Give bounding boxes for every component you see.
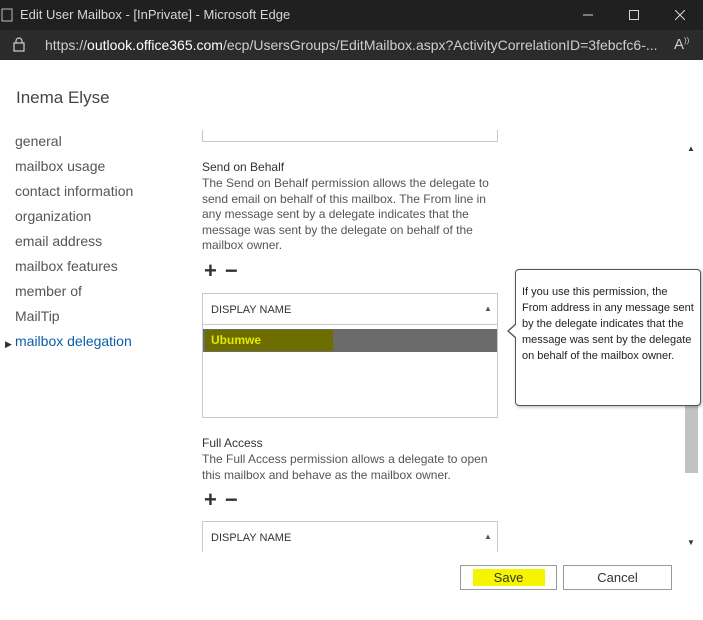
sort-up-icon: ▲ xyxy=(484,532,492,541)
add-icon[interactable]: + xyxy=(204,489,217,511)
window-title: Edit User Mailbox - [InPrivate] - Micros… xyxy=(20,7,291,22)
save-button[interactable]: Save xyxy=(460,565,557,590)
remove-icon[interactable]: − xyxy=(225,260,238,282)
tooltip-text: If you use this permission, the From add… xyxy=(522,286,694,362)
list-header[interactable]: DISPLAY NAME ▲ xyxy=(203,294,497,325)
maximize-icon xyxy=(629,10,639,20)
send-on-behalf-title: Send on Behalf xyxy=(202,160,285,174)
scroll-down-icon[interactable]: ▼ xyxy=(687,538,695,547)
column-header-display-name: DISPLAY NAME xyxy=(211,532,292,544)
nav-item-mailtip[interactable]: MailTip xyxy=(15,307,195,332)
full-access-description: The Full Access permission allows a dele… xyxy=(202,452,488,482)
list-header[interactable]: DISPLAY NAME ▲ xyxy=(203,522,497,552)
page-icon xyxy=(1,8,13,22)
sort-up-icon: ▲ xyxy=(484,304,492,313)
read-aloud-icon[interactable]: A)) xyxy=(674,36,689,53)
nav-item-member-of[interactable]: member of xyxy=(15,282,195,307)
full-access-list: DISPLAY NAME ▲ xyxy=(202,521,498,552)
maximize-button[interactable] xyxy=(611,0,657,30)
nav-item-general[interactable]: general xyxy=(15,132,195,157)
remove-icon[interactable]: − xyxy=(225,489,238,511)
nav-item-organization[interactable]: organization xyxy=(15,207,195,232)
save-label: Save xyxy=(472,569,545,586)
sidebar-nav: general mailbox usage contact informatio… xyxy=(5,132,195,357)
page-title: Inema Elyse xyxy=(16,88,110,107)
address-bar[interactable]: https://outlook.office365.com/ecp/UsersG… xyxy=(0,30,703,60)
nav-item-label: mailbox delegation xyxy=(15,333,132,349)
send-on-behalf-toolbar: + − xyxy=(204,260,238,282)
permission-tooltip: If you use this permission, the From add… xyxy=(507,269,701,406)
delegate-name: Ubumwe xyxy=(211,333,262,347)
nav-item-mailbox-features[interactable]: mailbox features xyxy=(15,257,195,282)
nav-item-email-address[interactable]: email address xyxy=(15,232,195,257)
full-access-title: Full Access xyxy=(202,436,263,450)
browser-titlebar: Edit User Mailbox - [InPrivate] - Micros… xyxy=(0,0,703,30)
send-on-behalf-description: The Send on Behalf permission allows the… xyxy=(202,176,489,252)
scroll-up-icon[interactable]: ▲ xyxy=(687,144,695,153)
minimize-icon xyxy=(583,14,593,16)
nav-item-contact-information[interactable]: contact information xyxy=(15,182,195,207)
selected-arrow-icon: ▶ xyxy=(5,339,12,349)
list-item-selected[interactable]: Ubumwe xyxy=(203,329,497,352)
previous-list-bottom xyxy=(202,130,498,142)
cancel-button[interactable]: Cancel xyxy=(563,565,672,590)
url-text[interactable]: https://outlook.office365.com/ecp/UsersG… xyxy=(45,37,665,53)
close-icon xyxy=(675,10,685,20)
column-header-display-name: DISPLAY NAME xyxy=(211,304,292,316)
nav-item-mailbox-usage[interactable]: mailbox usage xyxy=(15,157,195,182)
lock-icon xyxy=(13,37,25,52)
nav-item-mailbox-delegation[interactable]: ▶ mailbox delegation xyxy=(5,332,195,357)
full-access-toolbar: + − xyxy=(204,489,238,511)
send-on-behalf-list: DISPLAY NAME ▲ Ubumwe xyxy=(202,293,498,418)
minimize-button[interactable] xyxy=(565,0,611,30)
close-button[interactable] xyxy=(657,0,703,30)
add-icon[interactable]: + xyxy=(204,260,217,282)
